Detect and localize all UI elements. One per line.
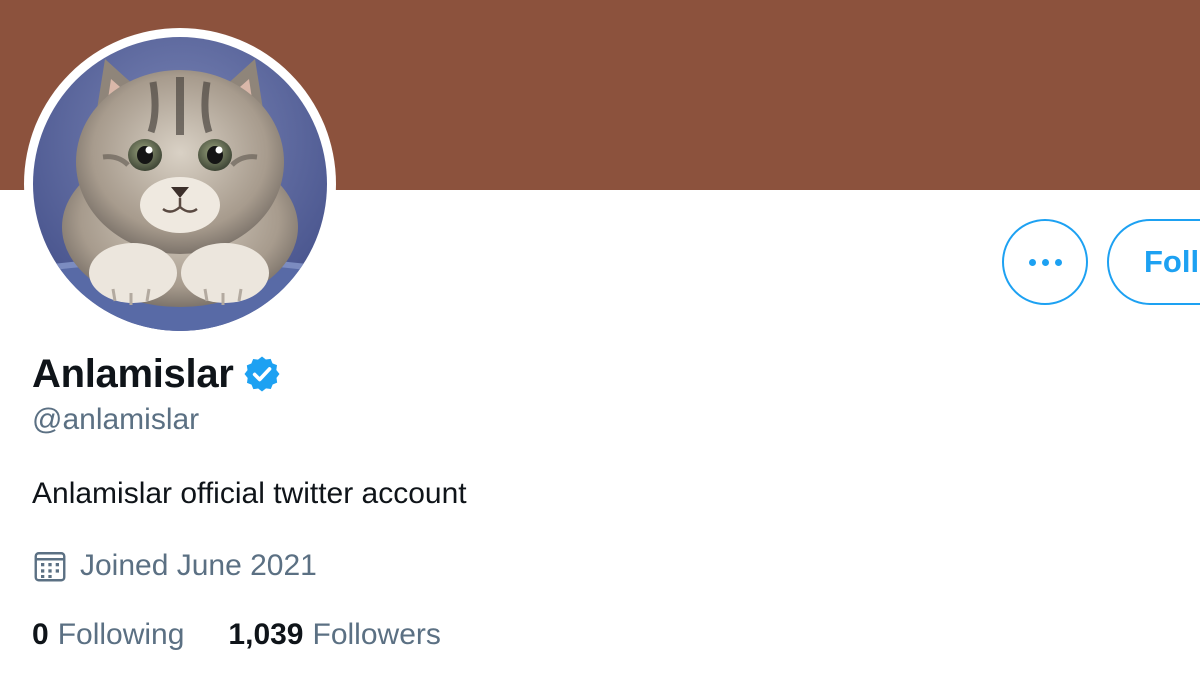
following-count: 0 xyxy=(32,618,49,651)
followers-count: 1,039 xyxy=(228,618,304,651)
calendar-icon xyxy=(34,552,66,582)
profile-name-row: Anlamislar xyxy=(32,346,282,402)
followers-stat-link[interactable]: 1,039 Followers xyxy=(228,618,440,652)
more-options-icon xyxy=(1041,258,1049,266)
more-options-button[interactable] xyxy=(1002,219,1088,305)
display-name: Anlamislar xyxy=(32,351,234,396)
profile-bio: Anlamislar official twitter account xyxy=(32,477,467,510)
profile-avatar[interactable] xyxy=(24,28,336,340)
joined-date: Joined June 2021 xyxy=(80,549,317,582)
joined-date-row: Joined June 2021 xyxy=(32,548,317,584)
following-stat-link[interactable]: 0 Following xyxy=(32,618,184,652)
kitten-avatar-image xyxy=(33,37,327,331)
follow-button[interactable]: Follow xyxy=(1107,219,1200,305)
profile-page: Follow Anlamislar @anlamislar Anlamislar… xyxy=(0,0,1200,675)
more-options-icon xyxy=(1028,258,1036,266)
followers-label: Followers xyxy=(312,618,441,651)
profile-handle: @anlamislar xyxy=(32,403,200,436)
follow-stats: 0 Following 1,039 Followers xyxy=(32,618,441,652)
verified-badge-icon xyxy=(244,356,280,392)
more-options-icon xyxy=(1054,258,1062,266)
following-label: Following xyxy=(57,618,185,651)
